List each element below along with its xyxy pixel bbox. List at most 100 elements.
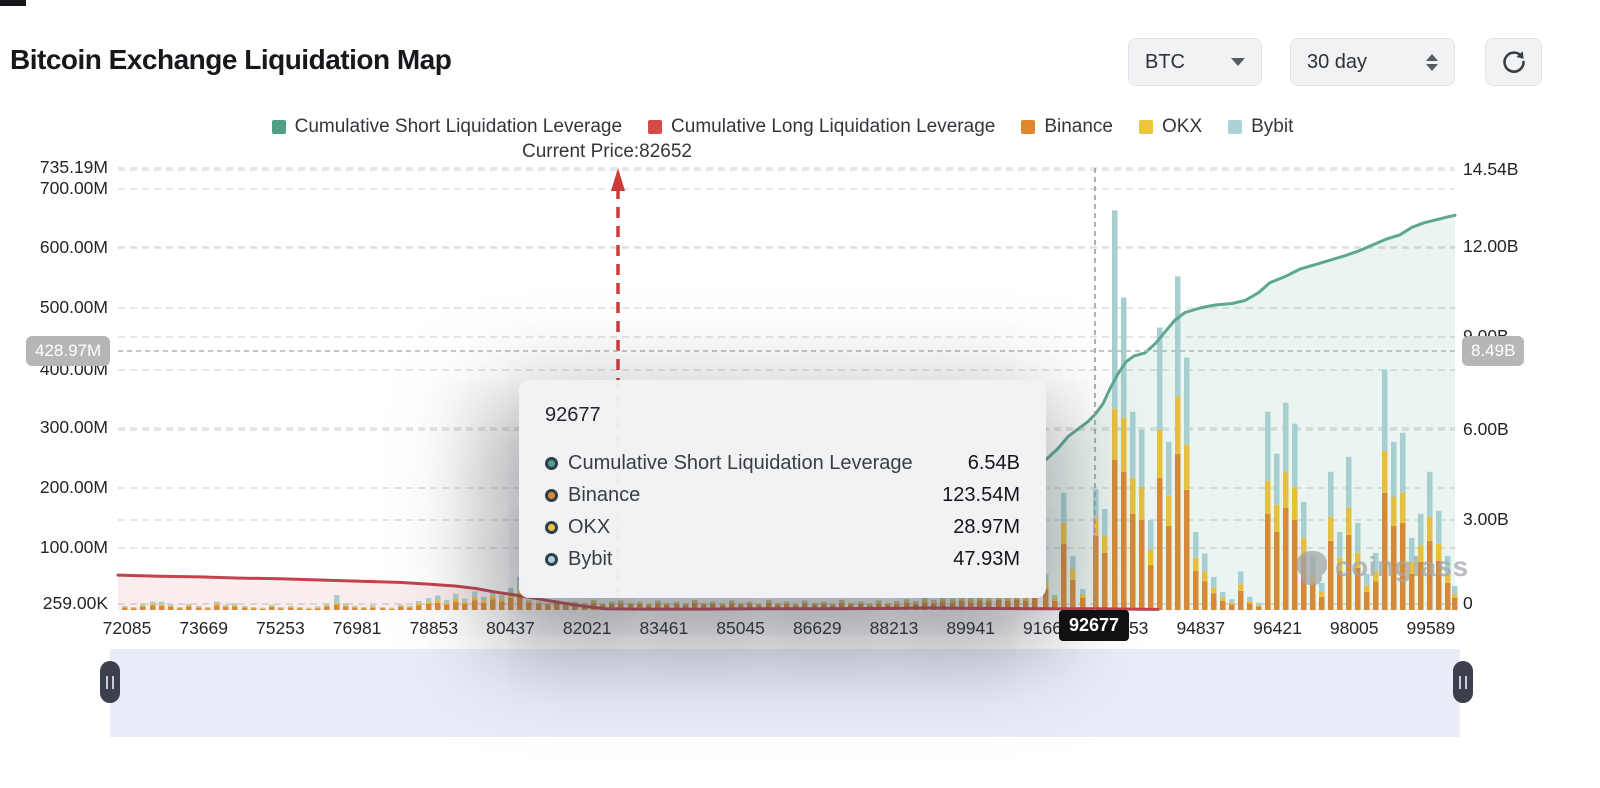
slider-handle-right[interactable]: [1453, 661, 1473, 703]
bar-segment: [812, 603, 818, 604]
bar-segment: [1418, 514, 1424, 545]
watermark-text: coinglass: [1335, 551, 1469, 583]
bar-segment: [398, 606, 404, 607]
bar-segment: [297, 608, 303, 610]
bar-segment: [426, 604, 432, 610]
bar-segment: [416, 605, 422, 610]
bar-segment: [867, 603, 873, 604]
bar-segment: [775, 603, 781, 604]
bar-segment: [683, 604, 689, 605]
bar-segment: [407, 607, 413, 608]
bar-segment: [572, 602, 578, 603]
y-tick-left: 735.19M: [0, 157, 108, 178]
bar-segment: [720, 604, 726, 605]
bar-segment: [793, 604, 799, 605]
tooltip-row-label: OKX: [568, 516, 610, 539]
x-tick: 96421: [1236, 618, 1320, 639]
bar-segment: [1148, 565, 1154, 610]
bar-segment: [205, 608, 211, 609]
bar-segment: [444, 605, 450, 610]
bar-segment: [481, 597, 487, 601]
bar-segment: [214, 602, 220, 604]
bar-segment: [563, 605, 569, 610]
bar-segment: [260, 608, 266, 609]
bar-segment: [186, 605, 192, 606]
bar-segment: [1080, 594, 1086, 598]
zoom-range-slider[interactable]: [110, 649, 1460, 737]
bar-segment: [1175, 276, 1181, 396]
bar-segment: [1274, 505, 1280, 532]
bar-segment: [1052, 595, 1058, 598]
bar-segment: [315, 608, 321, 609]
bar-segment: [242, 608, 248, 610]
bar-segment: [609, 603, 615, 604]
bar-segment: [435, 603, 441, 610]
bar-segment: [278, 608, 284, 610]
bar-segment: [904, 599, 910, 601]
bar-segment: [1328, 517, 1334, 541]
crosshair-x-badge: 92677: [1059, 610, 1129, 641]
bar-segment: [131, 608, 137, 609]
bar-segment: [1175, 397, 1181, 454]
bar-segment: [1184, 358, 1190, 445]
tooltip-marker-icon: [545, 521, 558, 534]
bar-segment: [1283, 508, 1289, 610]
bar-segment: [1070, 569, 1076, 580]
bar-segment: [1166, 496, 1172, 526]
tooltip-rows: Cumulative Short Liquidation Leverage6.5…: [545, 447, 1020, 575]
y-tick-left: 700.00M: [0, 178, 108, 199]
tooltip-row: OKX28.97M: [545, 511, 1020, 543]
bar-segment: [1139, 520, 1145, 610]
y-tick-right: 14.54B: [1463, 159, 1518, 180]
bar-segment: [766, 601, 772, 603]
x-tick: 76981: [315, 618, 399, 639]
bar-segment: [389, 609, 395, 610]
crosshair-left-badge: 428.97M: [26, 336, 110, 366]
bar-segment: [361, 608, 367, 609]
slider-handle-left[interactable]: [100, 661, 120, 703]
bar-segment: [122, 607, 128, 608]
bar-segment: [122, 608, 128, 610]
bar-segment: [922, 598, 928, 600]
bar-segment: [1274, 454, 1280, 505]
bar-segment: [536, 603, 542, 604]
bar-segment: [343, 606, 349, 610]
bar-segment: [232, 603, 238, 605]
bar-segment: [922, 600, 928, 602]
bar-segment: [1265, 514, 1271, 610]
bar-segment: [186, 606, 192, 610]
bar-segment: [674, 603, 680, 604]
bar-segment: [1061, 493, 1067, 523]
bar-segment: [352, 606, 358, 607]
bar-segment: [1247, 601, 1253, 603]
bar-segment: [407, 606, 413, 607]
bar-segment: [628, 603, 634, 604]
bar-segment: [481, 603, 487, 610]
bar-segment: [1211, 588, 1217, 593]
y-tick-right: 12.00B: [1463, 236, 1518, 257]
bar-segment: [710, 603, 716, 604]
bar-segment: [775, 603, 781, 604]
bar-segment: [637, 602, 643, 603]
bar-segment: [646, 604, 652, 605]
x-tick: 85045: [699, 618, 783, 639]
bar-segment: [747, 603, 753, 604]
coinglass-logo-icon: [1295, 549, 1329, 585]
bar-segment: [1229, 599, 1235, 603]
bar-segment: [288, 606, 294, 607]
bar-segment: [986, 599, 992, 601]
bar-segment: [269, 606, 275, 607]
bar-segment: [1220, 598, 1226, 601]
bar-segment: [710, 602, 716, 603]
bar-segment: [1310, 583, 1316, 610]
bar-segment: [618, 600, 624, 601]
bar-segment: [1373, 581, 1379, 610]
bar-segment: [738, 603, 744, 604]
bar-segment: [508, 598, 514, 610]
bar-segment: [1211, 593, 1217, 610]
bar-segment: [968, 598, 974, 600]
bar-segment: [950, 599, 956, 601]
bar-segment: [324, 606, 330, 610]
bar-segment: [931, 602, 937, 604]
bar-segment: [876, 600, 882, 601]
